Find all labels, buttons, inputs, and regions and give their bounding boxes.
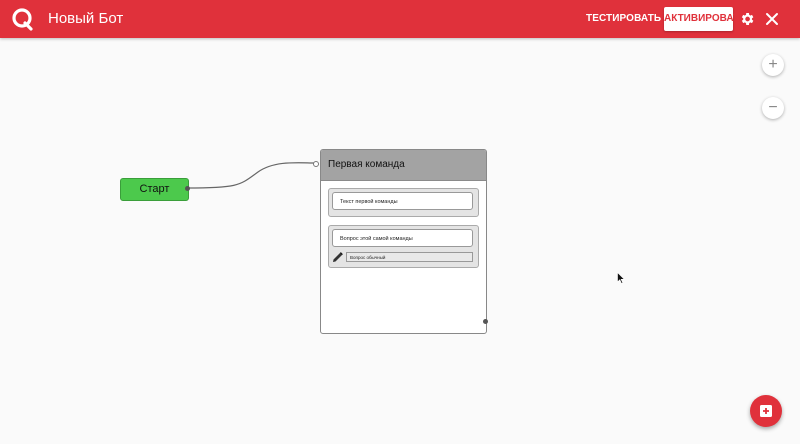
resize-handle[interactable]	[483, 319, 488, 324]
zoom-in-button[interactable]: +	[762, 54, 784, 76]
start-node[interactable]: Старт	[120, 178, 189, 201]
add-block-button[interactable]	[750, 395, 782, 427]
bot-title: Новый Бот	[48, 10, 124, 27]
question-type-select[interactable]: Вопрос обычный	[346, 252, 473, 262]
close-icon[interactable]	[765, 12, 779, 26]
gear-icon[interactable]	[739, 11, 755, 27]
activate-button[interactable]: АКТИВИРОВАТЬ	[664, 7, 746, 31]
command-input-port[interactable]	[313, 161, 319, 167]
question-block[interactable]: Вопрос этой самой команды Вопрос обычный	[328, 225, 479, 268]
text-block[interactable]: Текст первой команды	[328, 188, 479, 217]
command-node-title[interactable]: Первая команда	[321, 150, 486, 181]
pencil-icon[interactable]	[332, 251, 344, 263]
zoom-out-button[interactable]: −	[762, 97, 784, 119]
add-square-icon	[760, 405, 772, 417]
test-button[interactable]: ТЕСТИРОВАТЬ	[586, 10, 661, 28]
command-node[interactable]: Первая команда Текст первой команды Вопр…	[320, 149, 487, 334]
logo-icon[interactable]	[11, 7, 35, 31]
question-block-field[interactable]: Вопрос этой самой команды	[332, 229, 473, 247]
mouse-cursor-icon	[617, 272, 625, 284]
start-output-port[interactable]	[185, 186, 190, 191]
top-bar: Новый Бот ТЕСТИРОВАТЬ АКТИВИРОВАТЬ	[0, 0, 800, 38]
text-block-field[interactable]: Текст первой команды	[332, 192, 473, 210]
